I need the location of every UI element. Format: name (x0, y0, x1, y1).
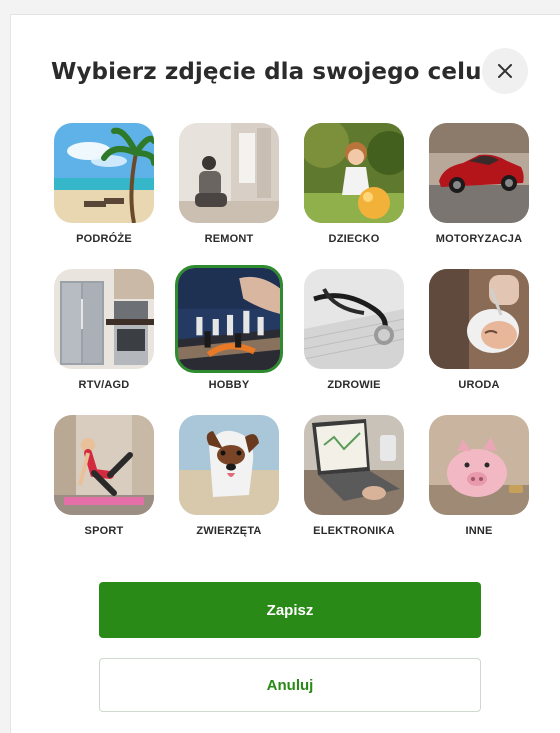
category-tile-rtv-agd[interactable]: RTV/AGD (49, 269, 159, 391)
category-label: DZIECKO (328, 233, 380, 245)
dialog-title: Wybierz zdjęcie dla swojego celu (51, 59, 482, 85)
beach-photo (54, 123, 154, 223)
category-tile-sport[interactable]: SPORT (49, 415, 159, 537)
chess-photo (175, 265, 283, 373)
fitness-photo (54, 415, 154, 515)
kitchen-appliances-photo (54, 269, 154, 369)
dog-photo (179, 415, 279, 515)
category-label: ZWIERZĘTA (196, 525, 262, 537)
category-tile-zdrowie[interactable]: ZDROWIE (299, 269, 409, 391)
category-tile-inne[interactable]: INNE (424, 415, 534, 537)
category-label: RTV/AGD (78, 379, 130, 391)
close-button[interactable] (482, 48, 528, 94)
category-tile-podroze[interactable]: PODRÓŻE (49, 123, 159, 245)
car-photo (429, 123, 529, 223)
category-tile-zwierzeta[interactable]: ZWIERZĘTA (174, 415, 284, 537)
category-tile-uroda[interactable]: URODA (424, 269, 534, 391)
stethoscope-photo (304, 269, 404, 369)
category-label: URODA (458, 379, 500, 391)
choose-photo-dialog: Wybierz zdjęcie dla swojego celu PODRÓŻE… (10, 14, 560, 733)
category-tile-hobby[interactable]: HOBBY (174, 265, 284, 391)
child-photo (304, 123, 404, 223)
beauty-photo (429, 269, 529, 369)
category-tile-elektronika[interactable]: ELEKTRONIKA (299, 415, 409, 537)
renovation-photo (179, 123, 279, 223)
category-label: REMONT (204, 233, 254, 245)
category-label: MOTORYZACJA (435, 233, 523, 245)
category-label: ELEKTRONIKA (313, 525, 395, 537)
category-tile-remont[interactable]: REMONT (174, 123, 284, 245)
category-tile-dziecko[interactable]: DZIECKO (299, 123, 409, 245)
category-tile-motoryzacja[interactable]: MOTORYZACJA (424, 123, 534, 245)
cancel-button[interactable]: Anuluj (99, 658, 481, 712)
piggy-bank-photo (429, 415, 529, 515)
close-icon (498, 64, 512, 78)
laptop-photo (304, 415, 404, 515)
category-label: ZDROWIE (327, 379, 381, 391)
category-label: HOBBY (208, 379, 250, 391)
category-label: PODRÓŻE (76, 233, 132, 245)
category-label: INNE (465, 525, 493, 537)
category-label: SPORT (84, 525, 124, 537)
save-button[interactable]: Zapisz (99, 582, 481, 638)
